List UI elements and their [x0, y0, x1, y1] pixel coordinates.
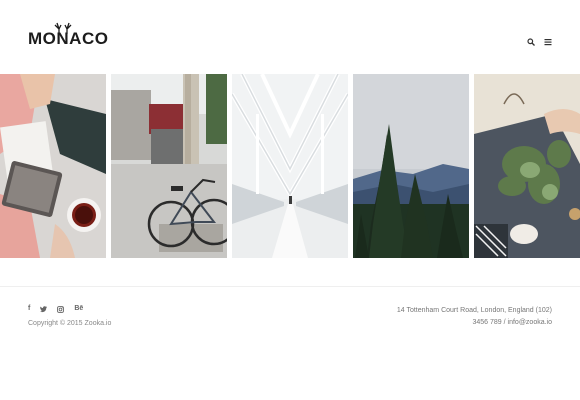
- tablet-coffee-photo: [0, 74, 106, 258]
- bridge-photo: [232, 74, 348, 258]
- twitter-icon[interactable]: [40, 305, 48, 313]
- logo[interactable]: MONACO: [28, 22, 108, 47]
- photo-gallery: [0, 74, 580, 258]
- behance-icon[interactable]: Bē: [74, 305, 83, 313]
- gallery-tile-bridge[interactable]: [232, 74, 348, 258]
- phone-email-line[interactable]: 3456 789 / info@zooka.io: [397, 317, 553, 329]
- plants-photo: [474, 74, 580, 258]
- facebook-icon[interactable]: f: [28, 305, 30, 313]
- bicycle-photo: [111, 74, 227, 258]
- gallery-tile-tablet-coffee[interactable]: [0, 74, 106, 258]
- contact-info: 14 Tottenham Court Road, London, England…: [397, 305, 552, 329]
- copyright-text: Copyright © 2015 Zooka.io: [28, 320, 112, 327]
- site-header: MONACO: [0, 0, 580, 74]
- search-icon[interactable]: [527, 38, 535, 46]
- address-line: 14 Tottenham Court Road, London, England…: [396, 307, 552, 314]
- header-actions: [527, 38, 552, 46]
- menu-icon[interactable]: [544, 38, 552, 46]
- mountains-photo: [353, 74, 469, 258]
- gallery-tile-bicycle[interactable]: [111, 74, 227, 258]
- social-links: f Bē: [28, 305, 83, 313]
- footer-divider: [0, 286, 580, 287]
- gallery-tile-plants[interactable]: [474, 74, 580, 258]
- instagram-icon[interactable]: [57, 305, 65, 313]
- gallery-tile-mountains[interactable]: [353, 74, 469, 258]
- antlers-icon: [54, 22, 72, 34]
